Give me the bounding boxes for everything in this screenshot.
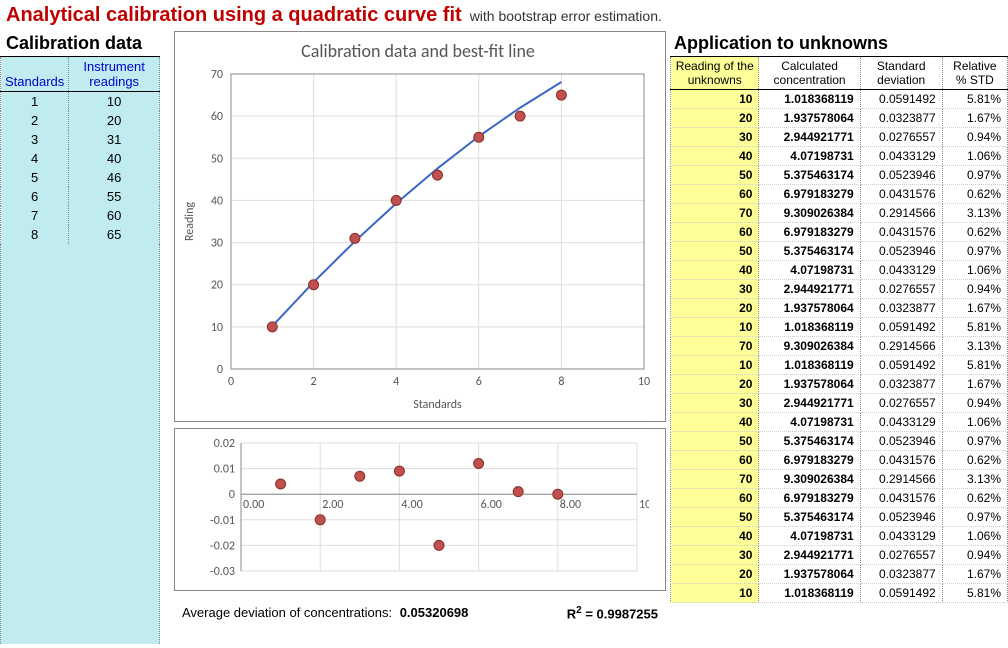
unknowns-table: Reading of the unknowns Calculated conce…	[670, 56, 1008, 603]
table-row: 302.9449217710.02765570.94%	[671, 394, 1008, 413]
table-row: 302.9449217710.02765570.94%	[671, 128, 1008, 147]
svg-text:10: 10	[211, 321, 223, 335]
svg-text:2: 2	[311, 375, 317, 389]
table-row: 505.3754631740.05239460.97%	[671, 508, 1008, 527]
avg-dev: Average deviation of concentrations: 0.0…	[182, 605, 468, 621]
table-row: 606.9791832790.04315760.62%	[671, 223, 1008, 242]
unknowns-header: Application to unknowns	[670, 31, 1008, 56]
svg-text:4.00: 4.00	[401, 498, 422, 512]
svg-text:10: 10	[638, 375, 650, 389]
svg-text:20: 20	[211, 279, 223, 293]
svg-text:10.00: 10.00	[639, 498, 649, 512]
svg-text:-0.02: -0.02	[210, 539, 235, 553]
svg-text:4: 4	[393, 375, 399, 389]
table-row: 110	[1, 92, 160, 112]
col-unk-sd: Standard deviation	[860, 57, 942, 90]
col-unk-conc: Calculated concentration	[759, 57, 860, 90]
table-row: 302.9449217710.02765570.94%	[671, 280, 1008, 299]
table-row: 101.0183681190.05914925.81%	[671, 356, 1008, 375]
table-row: 404.071987310.04331291.06%	[671, 147, 1008, 166]
table-row: 201.9375780640.03238771.67%	[671, 375, 1008, 394]
table-row: 709.3090263840.29145663.13%	[671, 337, 1008, 356]
table-row: 505.3754631740.05239460.97%	[671, 166, 1008, 185]
table-row: 606.9791832790.04315760.62%	[671, 451, 1008, 470]
table-row: 655	[1, 187, 160, 206]
col-readings: Instrument readings	[69, 57, 160, 92]
table-row: 404.071987310.04331291.06%	[671, 527, 1008, 546]
svg-text:0.02: 0.02	[214, 437, 235, 451]
table-row: 505.3754631740.05239460.97%	[671, 242, 1008, 261]
svg-text:8.00: 8.00	[560, 498, 581, 512]
table-row: 404.071987310.04331291.06%	[671, 413, 1008, 432]
table-row: 302.9449217710.02765570.94%	[671, 546, 1008, 565]
svg-text:60: 60	[211, 110, 223, 124]
svg-text:0: 0	[228, 375, 234, 389]
calibration-header: Calibration data	[0, 31, 170, 56]
table-row: 201.9375780640.03238771.67%	[671, 299, 1008, 318]
svg-text:6: 6	[476, 375, 482, 389]
svg-text:-0.01: -0.01	[210, 514, 235, 528]
svg-text:30: 30	[211, 237, 223, 251]
table-row: 331	[1, 130, 160, 149]
table-row: 101.0183681190.05914925.81%	[671, 584, 1008, 603]
table-row: 709.3090263840.29145663.13%	[671, 470, 1008, 489]
table-row: 404.071987310.04331291.06%	[671, 261, 1008, 280]
table-row: 101.0183681190.05914925.81%	[671, 318, 1008, 337]
table-row: 606.9791832790.04315760.62%	[671, 185, 1008, 204]
table-row: 709.3090263840.29145663.13%	[671, 204, 1008, 223]
table-row: 546	[1, 168, 160, 187]
table-row: 220	[1, 111, 160, 130]
residuals-chart: -0.03 -0.02 -0.01 0 0.01 0.02 0.00 2.00 4.00 6.00…	[174, 428, 666, 591]
r-squared: R2 = 0.9987255	[567, 605, 658, 621]
table-row: 865	[1, 225, 160, 244]
table-row: 505.3754631740.05239460.97%	[671, 432, 1008, 451]
calibration-table: Standards Instrument readings 1102203314…	[0, 56, 160, 244]
page-subtitle: with bootstrap error estimation.	[470, 8, 662, 24]
svg-text:0.00: 0.00	[243, 498, 264, 512]
table-row: 201.9375780640.03238771.67%	[671, 109, 1008, 128]
svg-text:0.01: 0.01	[214, 463, 235, 477]
main-chart-title: Calibration data and best-fit line	[179, 36, 657, 64]
table-row: 101.0183681190.05914925.81%	[671, 90, 1008, 109]
main-chart: Calibration data and best-fit line 01020…	[174, 31, 666, 422]
svg-text:0: 0	[217, 363, 223, 377]
svg-text:6.00: 6.00	[481, 498, 502, 512]
col-unk-relstd: Relative % STD	[942, 57, 1007, 90]
svg-text:Reading: Reading	[183, 202, 197, 241]
svg-text:70: 70	[211, 68, 223, 82]
col-unk-reading: Reading of the unknowns	[671, 57, 759, 90]
svg-text:-0.03: -0.03	[210, 565, 235, 579]
svg-text:8: 8	[558, 375, 564, 389]
page-title: Analytical calibration using a quadratic…	[6, 4, 462, 27]
svg-text:Standards: Standards	[413, 398, 462, 412]
table-row: 201.9375780640.03238771.67%	[671, 565, 1008, 584]
svg-text:0: 0	[229, 488, 235, 502]
svg-text:40: 40	[211, 194, 223, 208]
svg-text:50: 50	[211, 152, 223, 166]
col-standards: Standards	[1, 57, 69, 92]
table-row: 440	[1, 149, 160, 168]
table-row: 606.9791832790.04315760.62%	[671, 489, 1008, 508]
svg-text:2.00: 2.00	[322, 498, 343, 512]
table-row: 760	[1, 206, 160, 225]
